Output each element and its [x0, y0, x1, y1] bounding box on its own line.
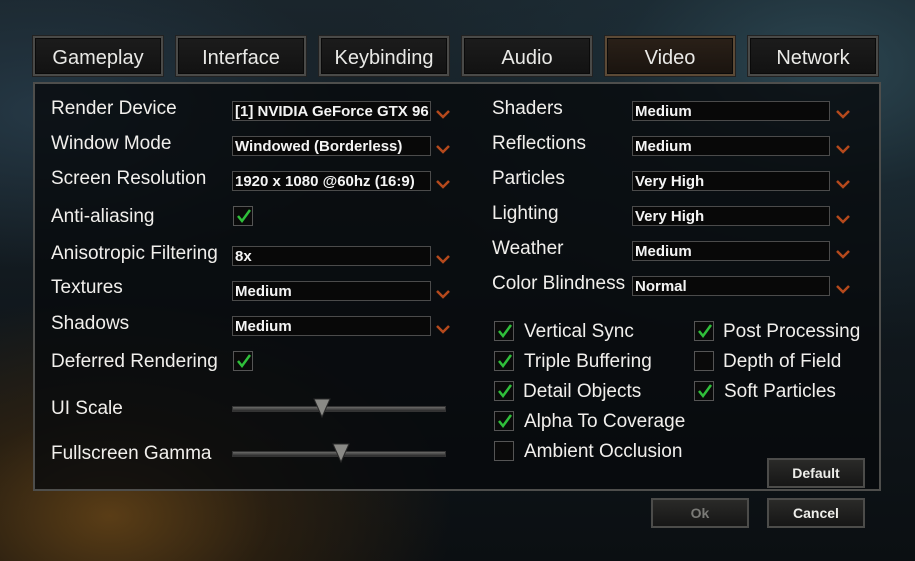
slider-thumb-icon[interactable]	[313, 398, 331, 423]
chevron-down-icon[interactable]	[436, 141, 450, 154]
ambient-occlusion-checkbox[interactable]	[494, 441, 514, 461]
ok-button[interactable]: Ok	[651, 498, 749, 528]
triple-buffering-checkbox[interactable]	[494, 351, 514, 371]
anti-aliasing-label: Anti-aliasing	[51, 206, 155, 227]
tab-interface[interactable]: Interface	[176, 36, 306, 76]
soft-particles-checkbox[interactable]	[694, 381, 714, 401]
tab-video[interactable]: Video	[605, 36, 735, 76]
depth-of-field-checkbox[interactable]	[694, 351, 714, 371]
reflections-label: Reflections	[492, 133, 586, 154]
shadows-select[interactable]: Medium	[232, 316, 431, 336]
checkmark-icon	[498, 414, 513, 429]
ui-scale-slider[interactable]	[232, 406, 446, 412]
checkmark-icon	[498, 354, 513, 369]
alpha-to-coverage-label: Alpha To Coverage	[524, 411, 686, 432]
shadows-label: Shadows	[51, 313, 130, 334]
detail-objects-checkbox[interactable]	[494, 381, 514, 401]
tab-gameplay[interactable]: Gameplay	[33, 36, 163, 76]
reflections-select[interactable]: Medium	[632, 136, 830, 156]
render-device-select[interactable]: [1] NVIDIA GeForce GTX 96	[232, 101, 431, 121]
tab-audio[interactable]: Audio	[462, 36, 592, 76]
slider-thumb-icon[interactable]	[332, 443, 350, 468]
triple-buffering-label: Triple Buffering	[524, 351, 652, 372]
chevron-down-icon[interactable]	[836, 211, 850, 224]
anti-aliasing-checkbox[interactable]	[233, 206, 253, 226]
ui-scale-label: UI Scale	[51, 398, 123, 419]
chevron-down-icon[interactable]	[836, 246, 850, 259]
color-blindness-label: Color Blindness	[492, 273, 626, 294]
render-device-label: Render Device	[51, 98, 177, 119]
checkmark-icon	[237, 209, 252, 224]
shaders-label: Shaders	[492, 98, 563, 119]
vertical-sync-label: Vertical Sync	[524, 321, 634, 342]
tab-network[interactable]: Network	[748, 36, 878, 76]
weather-select[interactable]: Medium	[632, 241, 830, 261]
chevron-down-icon[interactable]	[836, 106, 850, 119]
chevron-down-icon[interactable]	[436, 176, 450, 189]
detail-objects-label: Detail Objects	[523, 381, 642, 402]
chevron-down-icon[interactable]	[436, 321, 450, 334]
chevron-down-icon[interactable]	[436, 106, 450, 119]
tab-keybinding[interactable]: Keybinding	[319, 36, 449, 76]
chevron-down-icon[interactable]	[436, 251, 450, 264]
checkmark-icon	[698, 324, 713, 339]
soft-particles-label: Soft Particles	[724, 381, 836, 402]
fullscreen-gamma-label: Fullscreen Gamma	[51, 443, 212, 464]
post-processing-label: Post Processing	[723, 321, 861, 342]
vertical-sync-checkbox[interactable]	[494, 321, 514, 341]
color-blindness-select[interactable]: Normal	[632, 276, 830, 296]
particles-label: Particles	[492, 168, 565, 189]
weather-label: Weather	[492, 238, 564, 259]
window-mode-label: Window Mode	[51, 133, 172, 154]
chevron-down-icon[interactable]	[836, 141, 850, 154]
deferred-rendering-label: Deferred Rendering	[51, 351, 218, 372]
cancel-button[interactable]: Cancel	[767, 498, 865, 528]
anisotropic-filtering-select[interactable]: 8x	[232, 246, 431, 266]
screen-resolution-label: Screen Resolution	[51, 168, 207, 189]
alpha-to-coverage-checkbox[interactable]	[494, 411, 514, 431]
particles-select[interactable]: Very High	[632, 171, 830, 191]
checkmark-icon	[698, 384, 713, 399]
anisotropic-filtering-label: Anisotropic Filtering	[51, 243, 218, 264]
default-button[interactable]: Default	[767, 458, 865, 488]
lighting-select[interactable]: Very High	[632, 206, 830, 226]
screen-resolution-select[interactable]: 1920 x 1080 @60hz (16:9)	[232, 171, 431, 191]
lighting-label: Lighting	[492, 203, 559, 224]
shaders-select[interactable]: Medium	[632, 101, 830, 121]
checkmark-icon	[498, 324, 513, 339]
depth-of-field-label: Depth of Field	[723, 351, 842, 372]
post-processing-checkbox[interactable]	[694, 321, 714, 341]
chevron-down-icon[interactable]	[436, 286, 450, 299]
checkmark-icon	[237, 354, 252, 369]
textures-label: Textures	[51, 277, 123, 298]
chevron-down-icon[interactable]	[836, 176, 850, 189]
textures-select[interactable]: Medium	[232, 281, 431, 301]
checkmark-icon	[498, 384, 513, 399]
window-mode-select[interactable]: Windowed (Borderless)	[232, 136, 431, 156]
chevron-down-icon[interactable]	[836, 281, 850, 294]
ambient-occlusion-label: Ambient Occlusion	[524, 441, 683, 462]
deferred-rendering-checkbox[interactable]	[233, 351, 253, 371]
